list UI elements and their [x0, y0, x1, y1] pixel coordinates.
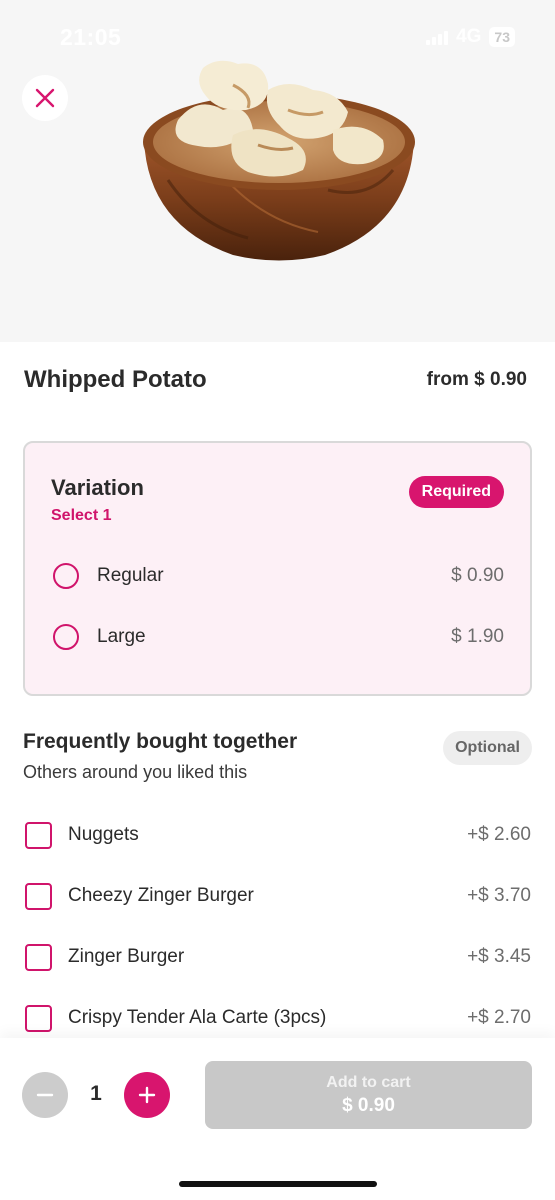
variation-option-label: Regular	[97, 565, 164, 586]
add-to-cart-button[interactable]: Add to cart $ 0.90	[205, 1061, 532, 1129]
checkbox[interactable]	[25, 821, 52, 849]
addon-item-label: Cheezy Zinger Burger	[68, 885, 254, 906]
addon-item-zinger-burger[interactable]: Zinger Burger +$ 3.45	[25, 937, 531, 977]
addon-item-crispy-tender[interactable]: Crispy Tender Ala Carte (3pcs) +$ 2.70	[25, 998, 531, 1038]
increase-quantity-button[interactable]	[124, 1072, 170, 1118]
addon-item-label: Crispy Tender Ala Carte (3pcs)	[68, 1007, 327, 1028]
status-time: 21:05	[60, 24, 122, 50]
cart-bar: 1 Add to cart $ 0.90	[0, 1038, 555, 1200]
close-icon	[35, 88, 55, 108]
variation-option-label: Large	[97, 626, 146, 647]
battery-icon: 73	[489, 27, 515, 47]
variation-option-price: $ 1.90	[451, 626, 504, 647]
addon-item-label: Nuggets	[68, 824, 139, 845]
checkbox[interactable]	[25, 943, 52, 971]
required-badge: Required	[408, 476, 504, 508]
quantity-value: 1	[90, 1082, 102, 1105]
product-price-from: from $ 0.90	[426, 369, 527, 390]
checkbox[interactable]	[25, 1004, 52, 1032]
variation-header: Variation Select 1	[51, 475, 144, 525]
close-button[interactable]	[22, 75, 68, 121]
variation-option-regular[interactable]: Regular $ 0.90	[53, 556, 504, 596]
frequently-bought-subtitle: Others around you liked this	[23, 762, 248, 782]
optional-badge: Optional	[443, 731, 532, 765]
variation-option-price: $ 0.90	[451, 565, 504, 586]
addon-item-nuggets[interactable]: Nuggets +$ 2.60	[25, 815, 531, 855]
product-image	[143, 60, 415, 261]
checkbox[interactable]	[25, 882, 52, 910]
addon-item-label: Zinger Burger	[68, 946, 185, 967]
network-type: 4G	[456, 26, 482, 47]
add-to-cart-label: Add to cart	[326, 1073, 411, 1091]
addon-item-price: +$ 3.70	[467, 885, 531, 906]
add-to-cart-price: $ 0.90	[342, 1094, 395, 1116]
product-header: Whipped Potato from $ 0.90	[24, 362, 527, 398]
plus-icon	[138, 1086, 156, 1104]
decrease-quantity-button[interactable]	[22, 1072, 68, 1118]
product-title: Whipped Potato	[24, 366, 207, 393]
home-indicator[interactable]	[179, 1181, 377, 1187]
product-hero: 21:05 4G 73	[0, 0, 555, 342]
addon-item-price: +$ 2.60	[467, 824, 531, 845]
variation-option-large[interactable]: Large $ 1.90	[53, 617, 504, 657]
signal-icon	[426, 29, 449, 45]
variation-section: Variation Select 1 Required Regular $ 0.…	[23, 441, 532, 696]
addon-item-cheezy-zinger-burger[interactable]: Cheezy Zinger Burger +$ 3.70	[25, 876, 531, 916]
addon-item-price: +$ 2.70	[467, 1007, 531, 1028]
minus-icon	[36, 1093, 54, 1097]
variation-title: Variation	[51, 475, 144, 500]
frequently-bought-header: Frequently bought together Others around…	[23, 730, 532, 783]
status-indicators: 4G 73	[426, 26, 515, 48]
addon-item-price: +$ 3.45	[467, 946, 531, 967]
variation-subtitle: Select 1	[51, 507, 112, 524]
radio-button[interactable]	[53, 624, 79, 650]
radio-button[interactable]	[53, 563, 79, 589]
